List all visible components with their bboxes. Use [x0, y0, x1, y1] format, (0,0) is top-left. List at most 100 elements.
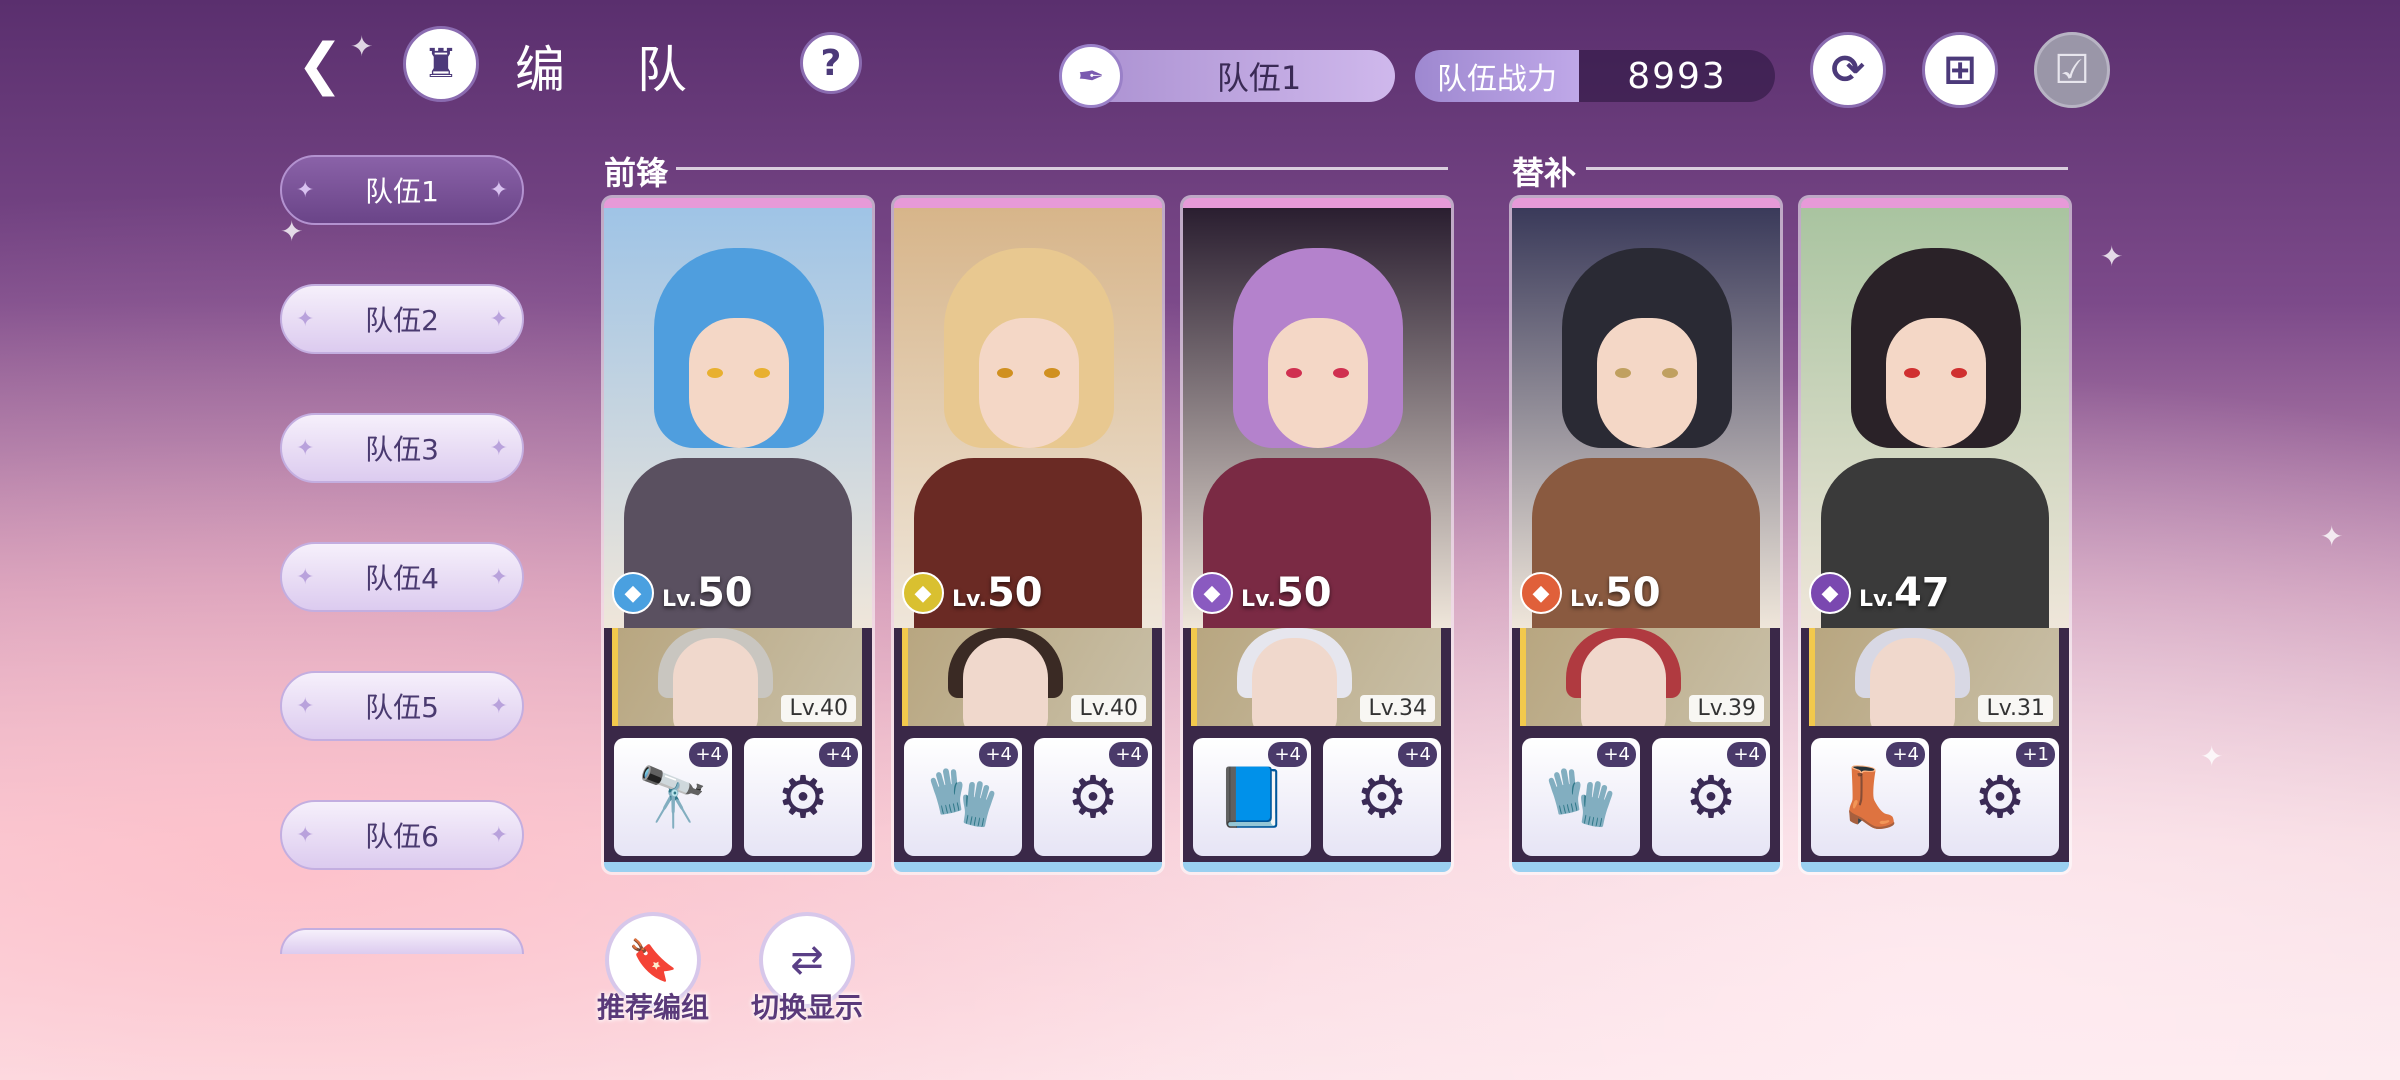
question-icon: ?: [820, 42, 842, 84]
support-character[interactable]: Lv.40: [612, 628, 862, 726]
equipment-slot-2[interactable]: ⚙ +4: [744, 738, 862, 856]
team-tab-3[interactable]: ✦ 队伍3 ✦: [280, 413, 524, 483]
support-character[interactable]: Lv.39: [1520, 628, 1770, 726]
team-tab-label: 队伍3: [365, 433, 439, 466]
star-icon: ✦: [489, 306, 508, 332]
team-tab-label: 队伍5: [365, 691, 439, 724]
confirm-button[interactable]: ☑: [2034, 32, 2110, 108]
character-card[interactable]: ◆ Lv.50 Lv.34 📘 +4 ⚙ +4: [1183, 198, 1451, 872]
equipment-icon: 🔭: [636, 762, 710, 831]
support-character[interactable]: Lv.40: [902, 628, 1152, 726]
equipment-icon: ⚙: [1067, 763, 1119, 831]
sparkle-icon: ✦: [2200, 740, 2224, 773]
character-level: ◆ Lv.50: [1191, 570, 1332, 616]
level-value: 50: [1275, 570, 1332, 616]
enhance-level: +1: [2016, 742, 2055, 767]
enhance-level: +4: [1268, 742, 1307, 767]
switch-display-button[interactable]: ⇄ 切换显示: [751, 912, 863, 1024]
magic-wand-icon: ◆: [612, 572, 654, 614]
character-portrait: [1512, 208, 1780, 658]
team-tab-5[interactable]: ✦ 队伍5 ✦: [280, 671, 524, 741]
team-tab-label: 队伍2: [365, 304, 439, 337]
equipment-slot-1[interactable]: 🧤 +4: [1522, 738, 1640, 856]
support-character[interactable]: Lv.34: [1191, 628, 1441, 726]
recommend-team-label: 推荐编组: [596, 991, 709, 1024]
equipment-slot-2[interactable]: ⚙ +4: [1323, 738, 1441, 856]
star-icon: ✦: [296, 177, 315, 203]
fist-icon: ◆: [902, 572, 944, 614]
equipment-slot-2[interactable]: ⚙ +4: [1034, 738, 1152, 856]
team-power-value: 8993: [1579, 50, 1775, 102]
star-icon: ✦: [489, 435, 508, 461]
character-portrait: [1183, 208, 1451, 658]
team-tab-4[interactable]: ✦ 队伍4 ✦: [280, 542, 524, 612]
sparkle-icon: ✦: [2320, 520, 2344, 553]
equipment-slot-1[interactable]: 📘 +4: [1193, 738, 1311, 856]
fist-icon: ◆: [1520, 572, 1562, 614]
level-value: 50: [1604, 570, 1661, 616]
star-icon: ✦: [489, 693, 508, 719]
front-section-label: 前锋: [604, 154, 669, 192]
support-level: Lv.39: [1689, 695, 1764, 722]
support-level: Lv.31: [1978, 695, 2053, 722]
back-arrow-icon: ❮: [296, 31, 344, 97]
support-level: Lv.34: [1360, 695, 1435, 722]
star-icon: ✦: [296, 822, 315, 848]
star-icon: ✦: [489, 177, 508, 203]
equipment-slot-1[interactable]: 🔭 +4: [614, 738, 732, 856]
character-portrait: [1801, 208, 2069, 658]
character-card[interactable]: ◆ Lv.50 Lv.39 🧤 +4 ⚙ +4: [1512, 198, 1780, 872]
equipment-icon: ⚙: [777, 763, 829, 831]
equipment-slot-1[interactable]: 🧤 +4: [904, 738, 1022, 856]
equipment-icon: 📘: [1215, 762, 1289, 831]
enhance-level: +4: [979, 742, 1018, 767]
add-document-icon: ⊞: [1943, 47, 1977, 93]
refresh-button[interactable]: ⟳: [1810, 32, 1886, 108]
team-tab-7-partial[interactable]: [280, 928, 524, 954]
add-copy-button[interactable]: ⊞: [1922, 32, 1998, 108]
enhance-level: +4: [819, 742, 858, 767]
character-card[interactable]: ◆ Lv.50 Lv.40 🧤 +4 ⚙ +4: [894, 198, 1162, 872]
support-character[interactable]: Lv.31: [1809, 628, 2059, 726]
star-icon: ✦: [296, 306, 315, 332]
home-button[interactable]: ♜: [403, 26, 479, 102]
enhance-level: +4: [1398, 742, 1437, 767]
equipment-icon: ⚙: [1974, 763, 2026, 831]
enhance-level: +4: [1727, 742, 1766, 767]
switch-display-label: 切换显示: [750, 991, 863, 1024]
castle-icon: ♜: [423, 41, 459, 87]
level-value: 50: [986, 570, 1043, 616]
enhance-level: +4: [689, 742, 728, 767]
equipment-slot-2[interactable]: ⚙ +4: [1652, 738, 1770, 856]
level-value: 47: [1893, 570, 1950, 616]
character-level: ◆ Lv.50: [612, 570, 753, 616]
equipment-slot-1[interactable]: 👢 +4: [1811, 738, 1929, 856]
help-button[interactable]: ?: [800, 32, 862, 94]
level-value: 50: [696, 570, 753, 616]
character-card[interactable]: ◆ Lv.50 Lv.40 🔭 +4 ⚙ +4: [604, 198, 872, 872]
team-tab-2[interactable]: ✦ 队伍2 ✦: [280, 284, 524, 354]
boot-icon: ◆: [1809, 572, 1851, 614]
team-tab-1[interactable]: ✦ 队伍1 ✦: [280, 155, 524, 225]
top-bar: ❮ ♜ 编 队 ? ✒ 队伍1 队伍战力 8993 ⟳ ⊞ ☑: [0, 0, 2400, 140]
back-button[interactable]: ❮: [282, 26, 358, 102]
character-card[interactable]: ◆ Lv.47 Lv.31 👢 +4 ⚙ +1: [1801, 198, 2069, 872]
team-tab-6[interactable]: ✦ 队伍6 ✦: [280, 800, 524, 870]
sub-section-label: 替补: [1512, 154, 1577, 192]
character-portrait: [894, 208, 1162, 658]
checklist-icon: ☑: [2054, 47, 2090, 93]
current-team-pill[interactable]: ✒ 队伍1: [1059, 44, 1395, 108]
refresh-icon: ⟳: [1831, 47, 1865, 93]
feather-icon: ✒: [1059, 44, 1123, 108]
current-team-name: 队伍1: [1216, 59, 1302, 97]
star-icon: ✦: [296, 435, 315, 461]
support-level: Lv.40: [1071, 695, 1146, 722]
enhance-level: +4: [1886, 742, 1925, 767]
equipment-icon: ⚙: [1685, 763, 1737, 831]
level-prefix: Lv.: [952, 587, 987, 612]
equipment-icon: ⚙: [1356, 763, 1408, 831]
equipment-slot-2[interactable]: ⚙ +1: [1941, 738, 2059, 856]
star-icon: ✦: [489, 822, 508, 848]
level-prefix: Lv.: [1570, 587, 1605, 612]
recommend-team-button[interactable]: 🔖 推荐编组: [597, 912, 709, 1024]
